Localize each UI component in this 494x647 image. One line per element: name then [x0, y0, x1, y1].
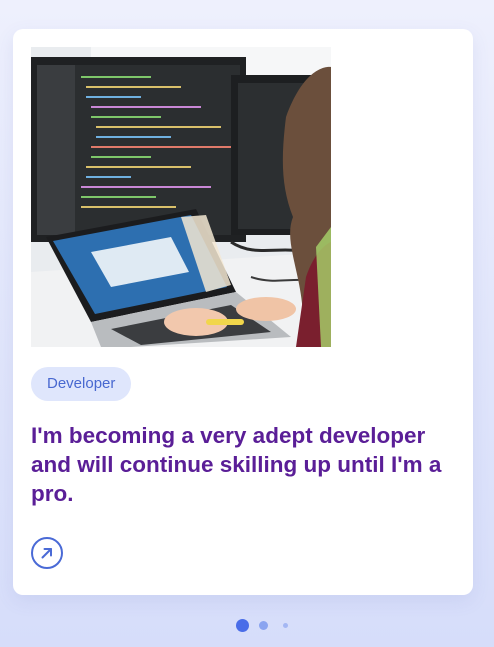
- arrow-up-right-icon: [41, 548, 52, 559]
- open-post-button[interactable]: [31, 537, 63, 569]
- carousel-pagination: [0, 618, 494, 634]
- category-tag[interactable]: Developer: [31, 367, 132, 401]
- carousel-dot-3[interactable]: [283, 623, 288, 628]
- post-image: [31, 47, 331, 347]
- post-card: Developer I'm becoming a very adept deve…: [13, 29, 473, 595]
- carousel-dot-2[interactable]: [259, 621, 268, 630]
- carousel-dot-1[interactable]: [236, 619, 249, 632]
- post-title[interactable]: I'm becoming a very adept developer and …: [31, 421, 461, 508]
